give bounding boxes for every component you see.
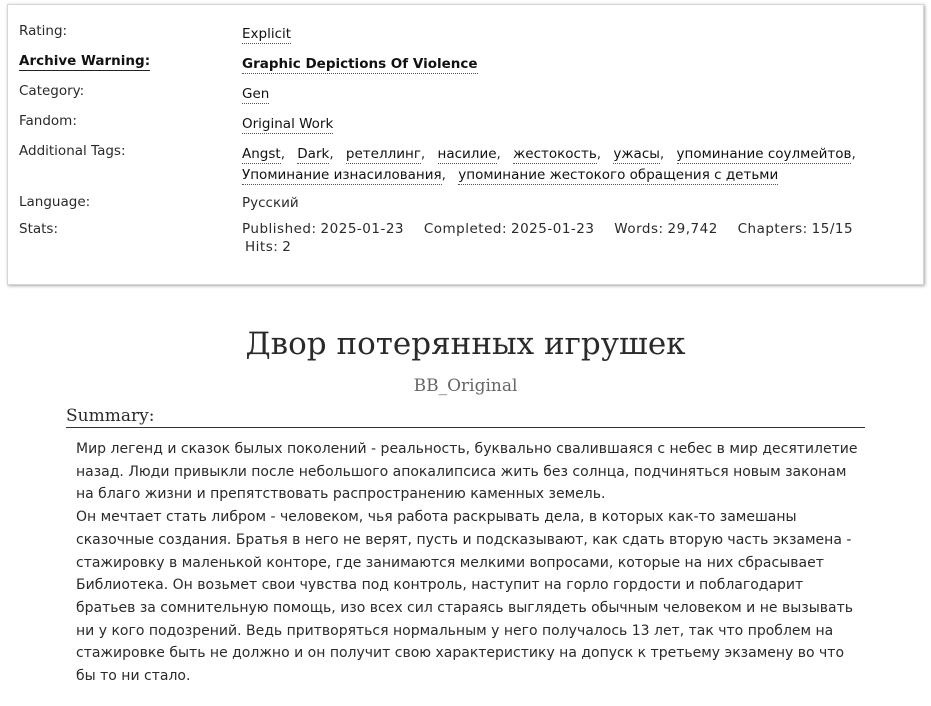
words-count: 29,742 (667, 221, 718, 237)
category-tag-link[interactable]: Gen (242, 86, 270, 104)
fandom-tag-link[interactable]: Original Work (242, 116, 334, 134)
stats-list: Published: 2025-01-23 Completed: 2025-01-2… (242, 220, 883, 256)
language-label: Language: (19, 194, 91, 210)
published-stat: Published: 2025-01-23 (242, 221, 405, 237)
completed-date: 2025-01-23 (511, 221, 595, 237)
tag-link[interactable]: ужасы (613, 146, 660, 164)
work-title: Двор потерянных игрушек (245, 326, 686, 362)
author-link[interactable]: BB_Original (414, 376, 518, 396)
work-meta-box: Rating: Explicit Archive Warning: Graphi… (7, 4, 924, 285)
completed-stat: Completed: 2025-01-23 (423, 221, 595, 237)
summary-paragraph: Он мечтает стать либром - человеком, чья… (76, 509, 853, 685)
hits-count: 2 (282, 239, 292, 255)
tag-link[interactable]: упоминание соулмейтов (676, 146, 852, 164)
author-byline: BB_Original (0, 376, 931, 396)
summary-heading: Summary: (66, 405, 865, 428)
rating-label: Rating: (19, 23, 68, 39)
tag-link[interactable]: Dark (297, 146, 330, 164)
additional-tags-list: Angst, Dark, ретеллинг, насилие, жестоко… (242, 146, 856, 185)
summary-paragraph: Мир легенд и сказок былых поколений - ре… (76, 441, 858, 503)
tag-link[interactable]: жестокость (513, 146, 597, 164)
tag-link[interactable]: ретеллинг (345, 146, 421, 164)
chapters-count: 15/15 (811, 221, 854, 237)
archive-warning-label[interactable]: Archive Warning: (19, 53, 151, 71)
tag-link[interactable]: Упоминание изнасилования (242, 167, 442, 185)
hits-stat: Hits: 2 (245, 239, 292, 255)
language-value: Русский (242, 195, 299, 211)
chapters-stat: Chapters: 15/15 (737, 221, 854, 237)
summary-body: Мир легенд и сказок былых поколений - ре… (76, 438, 866, 688)
additional-tags-label: Additional Tags: (19, 143, 126, 159)
rating-tag-link[interactable]: Explicit (242, 26, 292, 44)
words-stat: Words: 29,742 (614, 221, 718, 237)
tag-link[interactable]: упоминание жестокого обращения с детьми (458, 167, 779, 185)
stats-label: Stats: (19, 221, 59, 237)
tag-link[interactable]: Angst (242, 146, 281, 164)
fandom-label: Fandom: (19, 113, 77, 129)
tag-link[interactable]: насилие (437, 146, 497, 164)
published-date: 2025-01-23 (320, 221, 405, 237)
category-label: Category: (19, 83, 85, 99)
warning-tag-link[interactable]: Graphic Depictions Of Violence (242, 56, 478, 74)
